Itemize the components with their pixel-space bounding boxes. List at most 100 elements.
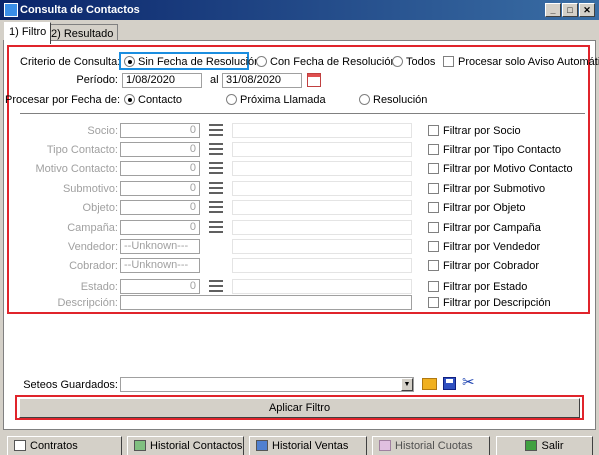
maximize-button[interactable]: □ [562,3,578,17]
window-title: Consulta de Contactos [20,4,140,16]
process-option-proxima: Próxima Llamada [240,94,326,106]
period-to-label: al [210,74,219,86]
auto-notice-label: Procesar solo Aviso Automático [458,56,599,68]
process-option-contacto: Contacto [138,94,183,106]
minimize-button[interactable]: _ [545,3,561,17]
filter-label-motivo-contacto: Motivo Contacto: [35,163,118,175]
filter-desc-vendedor [232,239,412,254]
filter-input-campana[interactable]: 0 [120,220,200,235]
tab-filtro[interactable]: 1) Filtro [4,22,52,44]
filter-label-estado: Estado: [80,281,118,293]
contracts-icon [14,440,26,451]
contracts-label: Contratos [30,440,78,452]
history-sales-icon [256,440,268,451]
scissors-icon[interactable]: ✂ [462,375,475,390]
filter-input-motivo-contacto[interactable]: 0 [120,161,200,176]
history-contacts-icon [134,440,146,451]
close-button[interactable]: ✕ [579,3,595,17]
app-icon [4,3,18,17]
criteria-radio-sin-fecha[interactable] [124,56,135,67]
list-icon-motivo-contacto[interactable] [209,161,223,175]
filter-desc-submotivo [232,181,412,196]
history-contacts-label: Historial Contactos [150,440,243,452]
filter-input-descripcion[interactable] [120,295,412,310]
filter-desc-motivo-contacto [232,161,412,176]
history-contacts-button[interactable]: Historial Contactos [127,436,244,455]
filter-input-estado[interactable]: 0 [120,279,200,294]
history-fees-button[interactable]: Historial Cuotas [372,436,490,455]
exit-button[interactable]: Salir [496,436,593,455]
filter-check-label-campana: Filtrar por Campaña [443,222,541,234]
filter-check-cobrador[interactable] [428,260,439,271]
filter-label-socio: Socio: [87,125,118,137]
filter-desc-campana [232,220,412,235]
criteria-label: Criterio de Consulta: [20,56,121,68]
filter-check-label-vendedor: Filtrar por Vendedor [443,241,541,253]
list-icon-socio[interactable] [209,123,223,137]
save-icon[interactable] [443,377,456,390]
filter-label-cobrador: Cobrador: [69,260,118,272]
filter-input-cobrador[interactable]: --Unknown--- [120,258,200,273]
criteria-radio-con-fecha[interactable] [256,56,267,67]
period-to-input[interactable]: 31/08/2020 [222,73,302,88]
filter-check-campana[interactable] [428,222,439,233]
filter-check-descripcion[interactable] [428,297,439,308]
filter-check-motivo-contacto[interactable] [428,163,439,174]
list-icon-objeto[interactable] [209,200,223,214]
criteria-option-sin-fecha: Sin Fecha de Resolución [138,56,261,68]
process-option-resolucion: Resolución [373,94,428,106]
filter-check-label-descripcion: Filtrar por Descripción [443,297,551,309]
list-icon-tipo-contacto[interactable] [209,142,223,156]
saved-settings-label: Seteos Guardados: [23,379,118,391]
filter-label-objeto: Objeto: [82,202,118,214]
saved-settings-select[interactable] [120,377,414,392]
filter-input-submotivo[interactable]: 0 [120,181,200,196]
filter-input-vendedor[interactable]: --Unknown--- [120,239,200,254]
filter-check-label-tipo-contacto: Filtrar por Tipo Contacto [443,144,561,156]
process-by-label: Procesar por Fecha de: [5,94,120,106]
chevron-down-icon[interactable]: ▼ [401,378,413,391]
list-icon-estado[interactable] [209,279,223,293]
process-radio-proxima[interactable] [226,94,237,105]
filter-check-objeto[interactable] [428,202,439,213]
period-label: Período: [76,74,118,86]
filter-check-label-estado: Filtrar por Estado [443,281,528,293]
calendar-icon[interactable] [307,73,321,87]
apply-filter-button[interactable]: Aplicar Filtro [19,398,580,418]
filter-label-vendedor: Vendedor: [67,241,118,253]
filter-check-label-submotivo: Filtrar por Submotivo [443,183,546,195]
filter-check-socio[interactable] [428,125,439,136]
filter-check-tipo-contacto[interactable] [428,144,439,155]
history-sales-button[interactable]: Historial Ventas [249,436,367,455]
history-sales-label: Historial Ventas [272,440,349,452]
filter-check-estado[interactable] [428,281,439,292]
criteria-radio-todos[interactable] [392,56,403,67]
process-radio-contacto[interactable] [124,94,135,105]
filter-check-label-cobrador: Filtrar por Cobrador [443,260,539,272]
filter-check-label-objeto: Filtrar por Objeto [443,202,526,214]
contracts-button[interactable]: Contratos [7,436,122,455]
filter-label-campana: Campaña: [67,222,118,234]
period-from-input[interactable]: 1/08/2020 [122,73,202,88]
history-fees-icon [379,440,391,451]
filter-input-tipo-contacto[interactable]: 0 [120,142,200,157]
filter-input-objeto[interactable]: 0 [120,200,200,215]
filter-desc-tipo-contacto [232,142,412,157]
filter-check-vendedor[interactable] [428,241,439,252]
list-icon-campana[interactable] [209,220,223,234]
filter-label-descripcion: Descripción: [57,297,118,309]
filter-desc-objeto [232,200,412,215]
filter-check-submotivo[interactable] [428,183,439,194]
auto-notice-checkbox[interactable] [443,56,454,67]
title-bar: Consulta de Contactos _ □ ✕ [0,0,599,20]
filter-input-socio[interactable]: 0 [120,123,200,138]
separator [20,113,585,115]
exit-label: Salir [541,440,564,452]
process-radio-resolucion[interactable] [359,94,370,105]
filter-check-label-socio: Filtrar por Socio [443,125,521,137]
list-icon-submotivo[interactable] [209,181,223,195]
open-folder-icon[interactable] [422,378,437,390]
filter-label-tipo-contacto: Tipo Contacto: [46,144,118,156]
filter-label-submotivo: Submotivo: [62,183,118,195]
history-fees-label: Historial Cuotas [395,440,473,452]
